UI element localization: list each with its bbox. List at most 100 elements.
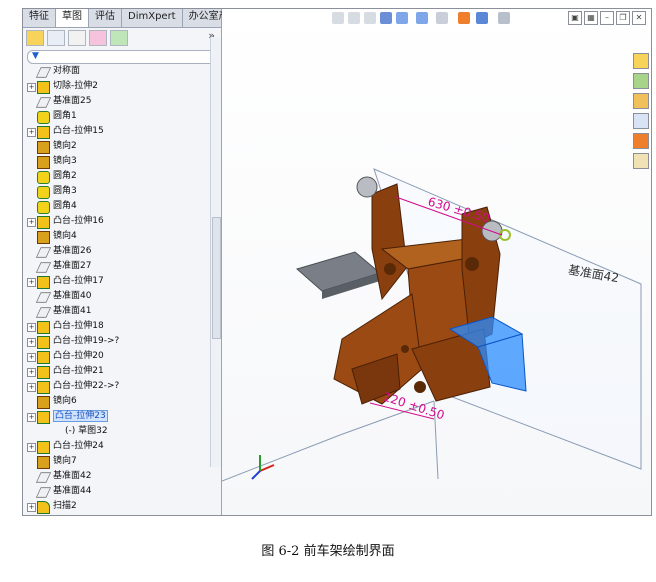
tree-item[interactable]: + 凸台-拉伸23 bbox=[23, 409, 213, 424]
graphics-area[interactable]: ▣ ▦ – ❐ ✕ 630 ±0.50 120 ±0.50 基准面42 bbox=[222, 9, 651, 515]
tree-item[interactable]: + 凸台-拉伸24 bbox=[23, 439, 213, 454]
tree-item-text: 切除-拉伸2 bbox=[53, 81, 98, 91]
tree-item[interactable]: 圆角3 bbox=[23, 184, 213, 199]
tree-item[interactable]: + 切除-拉伸2 bbox=[23, 79, 213, 94]
expand-icon[interactable]: + bbox=[27, 413, 36, 422]
tree-item[interactable]: + 凸台-拉伸20 bbox=[23, 349, 213, 364]
extrude-icon bbox=[37, 336, 50, 349]
tree-item[interactable]: + 扫描2 bbox=[23, 499, 213, 514]
tree-item-label: 扫描2 bbox=[53, 499, 77, 514]
tree-item[interactable]: 圆角2 bbox=[23, 169, 213, 184]
tree-item[interactable]: + 凸台-拉伸18 bbox=[23, 319, 213, 334]
expand-icon[interactable]: + bbox=[27, 218, 36, 227]
display-manager-icon[interactable] bbox=[110, 30, 128, 46]
ground-plane-edge bbox=[222, 400, 435, 482]
expand-icon[interactable]: + bbox=[27, 353, 36, 362]
mirror-icon bbox=[37, 141, 50, 154]
tree-item-label: 凸台-拉伸17 bbox=[53, 274, 104, 289]
tree-item-text: 凸台-拉伸21 bbox=[53, 366, 104, 376]
tree-item[interactable]: + 凸台-拉伸17 bbox=[23, 274, 213, 289]
expand-icon[interactable]: + bbox=[27, 323, 36, 332]
tree-item-text: 凸台-拉伸22->? bbox=[53, 381, 120, 391]
tree-item[interactable]: 基准面42 bbox=[23, 469, 213, 484]
extrude-icon bbox=[37, 351, 50, 364]
feature-manager-icon[interactable] bbox=[26, 30, 44, 46]
tab-sketch[interactable]: 草图 bbox=[56, 9, 89, 27]
extrude-icon bbox=[37, 381, 50, 394]
expand-icon[interactable]: + bbox=[27, 278, 36, 287]
tree-item[interactable]: 圆角4 bbox=[23, 199, 213, 214]
tree-item-label: 圆角1 bbox=[53, 109, 77, 124]
frame-hole bbox=[414, 381, 426, 393]
tree-item-text: 扫描2 bbox=[53, 501, 77, 511]
extrude-icon bbox=[37, 321, 50, 334]
tree-item[interactable]: 圆角1 bbox=[23, 109, 213, 124]
tree-item[interactable]: 基准面26 bbox=[23, 244, 213, 259]
feature-tree: 对称面 + 切除-拉伸2 基准面25 圆角1 + 凸台-拉伸15 镜向2 镜向3 圆角2 圆角3 圆角… bbox=[23, 64, 221, 515]
configuration-manager-icon[interactable] bbox=[68, 30, 86, 46]
expand-icon[interactable]: + bbox=[27, 83, 36, 92]
tab-evaluate[interactable]: 评估 bbox=[89, 9, 122, 27]
scrollbar-thumb[interactable] bbox=[212, 217, 221, 339]
manager-toolbar: » bbox=[23, 29, 221, 47]
fillet-icon bbox=[37, 111, 50, 124]
tree-item-text: 凸台-拉伸16 bbox=[53, 216, 104, 226]
tree-item-label: 基准面42 bbox=[53, 469, 91, 484]
extrude-icon bbox=[37, 126, 50, 139]
tree-item[interactable]: 镜向3 bbox=[23, 154, 213, 169]
tree-item[interactable]: + 凸台-拉伸15 bbox=[23, 124, 213, 139]
tree-item[interactable]: + 凸台-拉伸19->? bbox=[23, 334, 213, 349]
expand-icon[interactable]: + bbox=[27, 338, 36, 347]
tree-item-text: 凸台-拉伸20 bbox=[53, 351, 104, 361]
expand-icon[interactable]: + bbox=[27, 128, 36, 137]
tree-item[interactable]: 基准面27 bbox=[23, 259, 213, 274]
tree-item-label: 圆角4 bbox=[53, 199, 77, 214]
tree-item-label: 基准面26 bbox=[53, 244, 91, 259]
plane-icon bbox=[35, 97, 52, 108]
expand-icon[interactable]: + bbox=[27, 443, 36, 452]
tree-item-label: 凸台-拉伸16 bbox=[53, 214, 104, 229]
tab-dimxpert[interactable]: DimXpert bbox=[122, 9, 183, 27]
tree-item[interactable]: 对称面 bbox=[23, 64, 213, 79]
tab-features[interactable]: 特征 bbox=[23, 9, 56, 27]
tree-item-label: 切除-拉伸2 bbox=[53, 79, 98, 94]
tree-item[interactable]: 镜向4 bbox=[23, 229, 213, 244]
tree-item-label: 镜向6 bbox=[53, 394, 77, 409]
tree-item-text: 基准面25 bbox=[53, 96, 92, 106]
mirror-icon bbox=[37, 231, 50, 244]
tree-item[interactable]: 镜向6 bbox=[23, 394, 213, 409]
tree-scrollbar[interactable] bbox=[210, 37, 221, 467]
tree-item[interactable]: 镜向7 bbox=[23, 454, 213, 469]
left-panel: 特征 草图 评估 DimXpert 办公室产品 » ▼ 对称面 + 切除-拉伸2 基准… bbox=[23, 9, 246, 515]
expand-icon[interactable]: + bbox=[27, 383, 36, 392]
tree-item[interactable]: + 凸台-拉伸21 bbox=[23, 364, 213, 379]
tree-item-text: 镜向2 bbox=[53, 141, 77, 151]
tree-item-text: 圆角4 bbox=[53, 201, 77, 211]
feature-filter-input[interactable]: ▼ bbox=[27, 50, 219, 64]
tree-item-label: 凸台-拉伸15 bbox=[53, 124, 104, 139]
property-manager-icon[interactable] bbox=[47, 30, 65, 46]
tree-item[interactable]: + 凸台-拉伸22->? bbox=[23, 379, 213, 394]
expand-icon[interactable]: + bbox=[27, 503, 36, 512]
tree-item[interactable]: 基准面41 bbox=[23, 304, 213, 319]
tree-item-text: 凸台-拉伸17 bbox=[53, 276, 104, 286]
figure-caption: 图 6-2 前车架绘制界面 bbox=[261, 544, 395, 559]
tree-item[interactable]: 基准面40 bbox=[23, 289, 213, 304]
tree-item-text: 镜向4 bbox=[53, 231, 77, 241]
tree-item[interactable]: 镜向2 bbox=[23, 139, 213, 154]
tree-item-label: 凸台-拉伸24 bbox=[53, 439, 104, 454]
expand-icon[interactable]: + bbox=[27, 368, 36, 377]
tree-item[interactable]: + 凸台-拉伸16 bbox=[23, 214, 213, 229]
tree-item[interactable]: (-) 草图32 bbox=[35, 424, 225, 439]
tree-item[interactable]: 基准面44 bbox=[23, 484, 213, 499]
sketch-icon bbox=[49, 426, 60, 437]
tree-item-text: 圆角1 bbox=[53, 111, 77, 121]
tree-item-text: 基准面42 bbox=[53, 471, 92, 481]
dimxpert-manager-icon[interactable] bbox=[89, 30, 107, 46]
tree-item[interactable]: 基准面25 bbox=[23, 94, 213, 109]
model-view[interactable] bbox=[222, 9, 651, 515]
tree-item-label: 镜向4 bbox=[53, 229, 77, 244]
mirror-icon bbox=[37, 396, 50, 409]
extrude-icon bbox=[37, 411, 50, 424]
tree-item-text: 凸台-拉伸18 bbox=[53, 321, 104, 331]
